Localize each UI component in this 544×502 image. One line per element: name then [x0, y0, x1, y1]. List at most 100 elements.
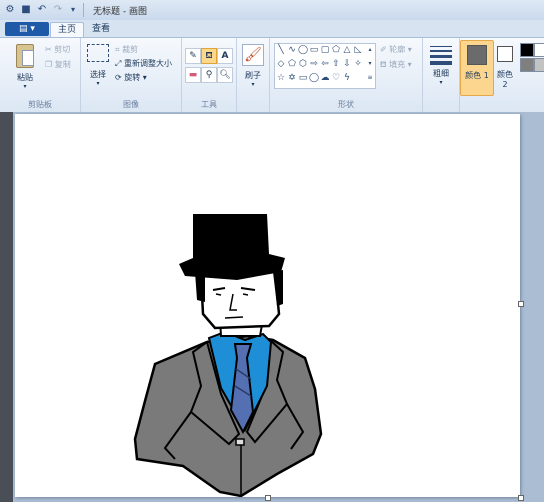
line-width-icon — [430, 46, 452, 65]
rectangle-shape-icon[interactable]: ▭ — [309, 45, 319, 55]
canvas-drawing — [133, 214, 323, 498]
outline-label: 轮廓 — [389, 45, 406, 54]
cut-label: 剪切 — [54, 45, 71, 54]
undo-icon[interactable]: ↶ — [36, 4, 48, 16]
tab-view[interactable]: 查看 — [86, 22, 116, 38]
color1-swatch — [467, 45, 487, 65]
lightning-shape-icon[interactable]: ϟ — [342, 73, 352, 83]
curve-shape-icon[interactable]: ∿ — [287, 45, 297, 55]
shapes-group-label: 形状 — [338, 100, 354, 109]
five-point-star-shape-icon[interactable]: ☆ — [276, 73, 286, 83]
brush-icon: 🖌︎ — [242, 44, 264, 66]
fill-icon: ⛾ — [380, 60, 387, 69]
window-edge — [0, 112, 13, 502]
six-point-star-shape-icon[interactable]: ✡ — [287, 73, 297, 83]
palette-swatch-4[interactable] — [534, 58, 544, 72]
brushes-group: 🖌︎ 刷子 ▾ — [237, 38, 270, 112]
eraser-icon: ▬ — [188, 70, 198, 80]
file-menu-icon: ▤ ▾ — [19, 24, 35, 34]
crop-label: 裁剪 — [122, 45, 139, 54]
drawing-canvas[interactable] — [15, 114, 520, 498]
customize-icon[interactable]: ▾ — [67, 4, 79, 16]
tools-group: ✎ ⛾ A ▬ ⚲ 🔍︎ 工具 — [182, 38, 237, 112]
four-point-star-shape-icon[interactable]: ✧ — [353, 59, 363, 69]
text-icon: A — [221, 51, 229, 61]
gallery-scroll-down-icon[interactable]: ▾ — [365, 59, 375, 69]
hexagon-shape-icon[interactable]: ⬡ — [298, 59, 308, 69]
tools-group-label: 工具 — [201, 100, 217, 109]
copy-button[interactable]: ❐ 复制 — [45, 59, 71, 70]
color1-label: 颜色 1 — [465, 71, 489, 80]
cut-button[interactable]: ✂ 剪切 — [45, 44, 70, 55]
hat — [179, 214, 285, 280]
heart-shape-icon[interactable]: ♡ — [331, 73, 341, 83]
select-label: 选择 — [90, 70, 106, 79]
cloud-shape-icon[interactable]: ☁ — [320, 73, 330, 83]
eyedropper-icon: ⚲ — [205, 70, 213, 80]
ribbon: 粘贴 ▾ ✂ 剪切 ❐ 复制 剪贴板 选择 ▾ ⌗ 裁剪 ⤢ 重新调整大小 ⟳ … — [0, 37, 544, 113]
brushes-label: 刷子 — [245, 71, 261, 80]
text-tool[interactable]: A — [217, 48, 233, 64]
gallery-scroll-up-icon[interactable]: ▴ — [365, 45, 375, 55]
line-shape-icon[interactable]: ╲ — [276, 45, 286, 55]
right-arrow-shape-icon[interactable]: ⇨ — [309, 59, 319, 69]
face — [199, 270, 281, 330]
outline-button[interactable]: ✐ 轮廓 ▾ — [380, 44, 412, 55]
triangle-shape-icon[interactable]: △ — [342, 45, 352, 55]
window-title: 无标题 - 画图 — [93, 7, 147, 17]
rotate-button[interactable]: ⟳ 旋转 ▾ — [115, 72, 147, 83]
palette-swatch-3[interactable] — [520, 58, 534, 72]
resize-label: 重新调整大小 — [123, 59, 172, 68]
app-menu-icon[interactable]: ⚙ — [4, 4, 16, 16]
redo-icon[interactable]: ↷ — [52, 4, 64, 16]
save-icon[interactable]: ■ — [20, 4, 32, 16]
left-arrow-shape-icon[interactable]: ⇦ — [320, 59, 330, 69]
fill-button[interactable]: ⛾ 填充 ▾ — [380, 59, 412, 70]
oval-shape-icon[interactable]: ◯ — [298, 45, 308, 55]
diamond-shape-icon[interactable]: ◇ — [276, 59, 286, 69]
image-group: 选择 ▾ ⌗ 裁剪 ⤢ 重新调整大小 ⟳ 旋转 ▾ 图像 — [81, 38, 182, 112]
up-arrow-shape-icon[interactable]: ⇧ — [331, 59, 341, 69]
paste-label: 粘贴 — [17, 73, 33, 82]
magnifier-tool[interactable]: 🔍︎ — [217, 67, 233, 83]
canvas-resize-handle-corner[interactable] — [518, 495, 524, 501]
color2-label: 颜色 2 — [497, 70, 513, 89]
right-triangle-shape-icon[interactable]: ◺ — [353, 45, 363, 55]
fill-tool[interactable]: ⛾ — [201, 48, 217, 64]
color2-button[interactable]: 颜色 2 — [494, 40, 516, 94]
callout-oval-shape-icon[interactable]: ◯ — [309, 73, 319, 83]
rounded-rect-shape-icon[interactable]: ▢ — [320, 45, 330, 55]
crop-icon: ⌗ — [115, 45, 120, 54]
paste-button[interactable]: 粘贴 ▾ — [12, 44, 38, 90]
image-group-label: 图像 — [123, 100, 139, 109]
resize-button[interactable]: ⤢ 重新调整大小 — [115, 58, 172, 69]
canvas-resize-handle-bottom[interactable] — [265, 495, 271, 501]
polygon-shape-icon[interactable]: ⬠ — [331, 45, 341, 55]
down-arrow-shape-icon[interactable]: ⇩ — [342, 59, 352, 69]
size-button[interactable]: 粗细 ▾ — [427, 44, 455, 86]
brushes-dropdown-icon: ▾ — [251, 81, 255, 88]
select-button[interactable]: 选择 ▾ — [85, 44, 111, 87]
palette-swatch-1[interactable] — [520, 43, 534, 57]
canvas-resize-handle-right[interactable] — [518, 301, 524, 307]
separator — [83, 3, 84, 17]
eraser-tool[interactable]: ▬ — [185, 67, 201, 83]
crop-button[interactable]: ⌗ 裁剪 — [115, 44, 138, 55]
palette-swatch-2[interactable] — [534, 43, 544, 57]
clipboard-group: 粘贴 ▾ ✂ 剪切 ❐ 复制 剪贴板 — [0, 38, 81, 112]
pencil-tool[interactable]: ✎ — [185, 48, 201, 64]
color1-button[interactable]: 颜色 1 — [460, 40, 494, 96]
gallery-expand-icon[interactable]: ≡ — [365, 73, 375, 83]
file-menu-button[interactable]: ▤ ▾ — [5, 22, 49, 36]
brushes-button[interactable]: 🖌︎ 刷子 ▾ — [239, 44, 267, 88]
callout-rect-shape-icon[interactable]: ▭ — [298, 73, 308, 83]
rotate-dropdown-icon: ▾ — [142, 73, 147, 82]
color-picker-tool[interactable]: ⚲ — [201, 67, 217, 83]
magnifier-icon: 🔍︎ — [219, 70, 231, 80]
outline-icon: ✐ — [380, 45, 387, 54]
paste-dropdown-icon: ▾ — [23, 83, 27, 90]
jacket-button — [235, 438, 245, 446]
size-dropdown-icon: ▾ — [439, 79, 443, 86]
pentagon-shape-icon[interactable]: ⬠ — [287, 59, 297, 69]
shapes-group: ╲ ∿ ◯ ▭ ▢ ⬠ △ ◺ ◇ ⬠ ⬡ ⇨ ⇦ ⇧ ⇩ ✧ ☆ ✡ ▭ ◯ … — [270, 38, 423, 112]
